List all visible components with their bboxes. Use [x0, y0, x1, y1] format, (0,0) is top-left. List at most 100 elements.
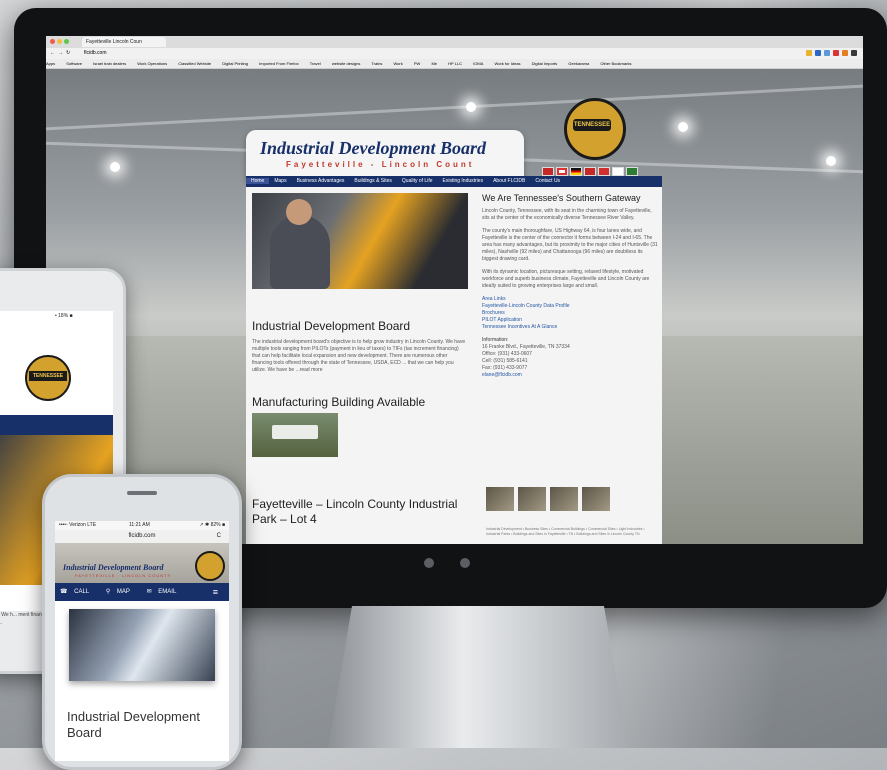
- thumbnail: [550, 487, 578, 511]
- bookmark-item[interactable]: Digital Imports: [532, 61, 558, 66]
- phone-heading: Industrial Development Board: [67, 709, 200, 740]
- phone-screen: ••••◦ Verizon LTE 11:21 AM ↗ ✱ 82% ■ flc…: [55, 521, 229, 761]
- bookmark-item[interactable]: Digital Printing: [222, 61, 248, 66]
- bookmark-item[interactable]: Me: [431, 61, 437, 66]
- tablet-nav[interactable]: [0, 415, 113, 435]
- nav-existing-industries[interactable]: Existing Industries: [438, 178, 489, 184]
- bookmark-item[interactable]: Trains: [371, 61, 382, 66]
- tennessee-seal-logo[interactable]: TENNESSEE: [564, 98, 626, 160]
- flag-icon: [542, 167, 554, 176]
- ceiling-light: [466, 102, 476, 112]
- close-window-icon[interactable]: [50, 39, 55, 44]
- bookmark-item[interactable]: Geekarama: [568, 61, 589, 66]
- nav-about[interactable]: About FLCIDB: [488, 178, 530, 184]
- info-line: Cell: (931) 585-6141: [482, 358, 528, 364]
- reload-icon[interactable]: ↻: [66, 48, 70, 59]
- site-title[interactable]: Industrial Development Board: [260, 138, 486, 159]
- nav-buildings-sites[interactable]: Buildings & Sites: [349, 178, 397, 184]
- bookmark-item[interactable]: Software: [66, 61, 82, 66]
- park-heading[interactable]: Fayetteville – Lincoln County Industrial…: [252, 497, 468, 527]
- phone-site-header: Industrial Development Board FAYETTEVILL…: [55, 543, 229, 583]
- bookmark-item[interactable]: Work: [393, 61, 402, 66]
- mfg-building-image[interactable]: [252, 413, 338, 457]
- bookmark-item[interactable]: Imported From Firefox: [259, 61, 299, 66]
- bookmark-item[interactable]: Work Operations: [137, 61, 167, 66]
- phone-status-bar: ••••◦ Verizon LTE 11:21 AM ↗ ✱ 82% ■: [55, 521, 229, 530]
- monitor-indicator-dot: [424, 558, 434, 568]
- info-line: Fax: (931) 433-9077: [482, 365, 528, 371]
- back-icon[interactable]: ←: [50, 48, 55, 59]
- site-navigation: Home Maps Business Advantages Buildings & S…: [246, 176, 662, 187]
- minimize-window-icon[interactable]: [57, 39, 62, 44]
- area-link[interactable]: Tennessee Incentives At A Glance: [482, 324, 658, 331]
- phone-url-bar[interactable]: flcidb.com C: [55, 530, 229, 543]
- maximize-window-icon[interactable]: [64, 39, 69, 44]
- forward-icon[interactable]: →: [58, 48, 63, 59]
- flag-icon: [626, 167, 638, 176]
- carrier-label: ••••◦ Verizon LTE: [59, 522, 97, 528]
- phone-site-subtitle: FAYETTEVILLE · LINCOLN COUNTY: [75, 573, 172, 578]
- gateway-text: Lincoln County, Tennessee, with its seat…: [482, 208, 652, 221]
- nav-quality-of-life[interactable]: Quality of Life: [397, 178, 438, 184]
- flag-icon: [570, 167, 582, 176]
- bookmark-item[interactable]: Classified Website: [178, 61, 211, 66]
- bookmark-item[interactable]: Travel: [310, 61, 321, 66]
- monitor-stand: [328, 606, 628, 748]
- area-link[interactable]: Brochures: [482, 310, 658, 317]
- bookmark-item[interactable]: IOMA: [473, 61, 483, 66]
- gateway-text: With its dynamic location, picturesque s…: [482, 269, 650, 289]
- idb-heading: Industrial Development Board: [252, 319, 411, 333]
- phone-speaker: [127, 491, 157, 495]
- gateway-text: The county's main thoroughfare, US Highw…: [482, 228, 658, 262]
- idb-text: The industrial development board's objec…: [252, 339, 466, 373]
- bookmark-item[interactable]: HP LLC: [448, 61, 462, 66]
- info-line: 16 Franke Blvd., Fayetteville, TN 37334: [482, 344, 570, 350]
- thumbnail: [518, 487, 546, 511]
- monitor-screen: Fayetteville Lincoln Coun ← → ↻ flcidb.c…: [46, 36, 863, 544]
- bookmark-item[interactable]: Apps: [46, 61, 55, 66]
- flag-icon: [584, 167, 596, 176]
- flag-icon: [556, 167, 568, 176]
- phone-seal-logo[interactable]: [195, 551, 225, 581]
- info-label: Information:: [482, 337, 509, 343]
- call-button[interactable]: ☎ CALL: [55, 589, 99, 595]
- flag-icon: [598, 167, 610, 176]
- phone-site-title[interactable]: Industrial Development Board: [63, 563, 163, 572]
- bookmark-item[interactable]: PW: [414, 61, 420, 66]
- ceiling-light: [678, 122, 688, 132]
- reload-icon[interactable]: C: [217, 530, 221, 543]
- email-link[interactable]: elane@flcidb.com: [482, 372, 658, 379]
- nav-maps[interactable]: Maps: [269, 178, 291, 184]
- browser-tab[interactable]: Fayetteville Lincoln Coun: [82, 37, 166, 47]
- monitor-indicator-dot: [460, 558, 470, 568]
- thumbnail: [486, 487, 514, 511]
- url-text[interactable]: flcidb.com: [84, 48, 107, 59]
- bookmarks-bar: Apps Software Israel train dealers Work …: [46, 59, 863, 69]
- hamburger-menu-icon[interactable]: ≡: [208, 583, 223, 601]
- site-subtitle: Fayetteville - Lincoln Count: [286, 160, 475, 169]
- tablet-seal-logo[interactable]: TENNESSEE: [25, 355, 71, 401]
- bookmark-item[interactable]: Other Bookmarks: [600, 61, 631, 66]
- phone-url-text: flcidb.com: [128, 533, 156, 539]
- phone-device: ••••◦ Verizon LTE 11:21 AM ↗ ✱ 82% ■ flc…: [42, 474, 242, 770]
- nav-home[interactable]: Home: [246, 178, 270, 184]
- bookmark-item[interactable]: Israel train dealers: [93, 61, 126, 66]
- map-button[interactable]: ⚲ MAP: [101, 589, 140, 595]
- nav-business-advantages[interactable]: Business Advantages: [292, 178, 350, 184]
- area-link[interactable]: PILOT Application: [482, 317, 658, 324]
- photo-thumbnails[interactable]: [486, 487, 614, 516]
- area-link[interactable]: Fayetteville-Lincoln County Data Profile: [482, 303, 658, 310]
- site-header: Industrial Development Board Fayettevill…: [246, 130, 524, 180]
- mfg-heading[interactable]: Manufacturing Building Available: [252, 395, 425, 409]
- nav-contact[interactable]: Contact Us: [530, 178, 565, 184]
- bookmark-item[interactable]: website designs: [332, 61, 360, 66]
- bookmark-item[interactable]: Work for Ideas: [495, 61, 521, 66]
- email-button[interactable]: ✉ EMAIL: [142, 589, 187, 595]
- area-link[interactable]: Area Links: [482, 296, 658, 303]
- phone-hero-image: [69, 609, 215, 681]
- ceiling-light: [826, 156, 836, 166]
- ceiling-light: [110, 162, 120, 172]
- right-column: We Are Tennessee's Southern Gateway Linc…: [482, 193, 658, 379]
- flag-icon: [612, 167, 624, 176]
- site-body: Industrial Development Board The industr…: [246, 187, 662, 544]
